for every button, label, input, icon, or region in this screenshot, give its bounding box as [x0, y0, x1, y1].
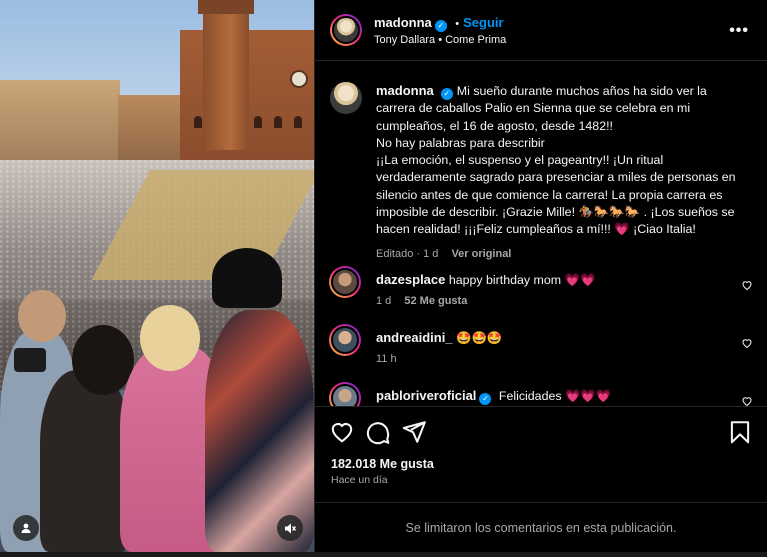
see-original-link[interactable]: Ver original	[451, 248, 511, 260]
comment-age: 1 d	[376, 295, 392, 307]
author-avatar[interactable]	[330, 14, 362, 46]
comment-age: 11 h	[376, 353, 397, 365]
person-2-head	[72, 325, 134, 395]
audio-label[interactable]: Tony Dallara • Come Prima	[374, 34, 506, 46]
commenter-avatar[interactable]	[329, 324, 361, 356]
caption-username[interactable]: madonna	[376, 83, 434, 98]
comment-username[interactable]: andreaidini_	[376, 330, 453, 345]
page-below	[0, 552, 767, 557]
heart-icon[interactable]	[329, 419, 355, 445]
bookmark-icon[interactable]	[727, 419, 753, 445]
edited-label: Editado	[376, 247, 414, 260]
verified-icon: ✓	[440, 88, 453, 100]
caption: madonna ✓ Mi sueño durante muchos años ha …	[376, 82, 741, 263]
like-comment-heart-icon[interactable]	[741, 395, 753, 406]
person-1-head	[18, 290, 66, 342]
comment-text: happy birthday mom 💗💗	[448, 273, 596, 287]
user-tag-icon	[21, 523, 31, 533]
post-media[interactable]	[0, 0, 314, 552]
person-3-head	[140, 305, 200, 371]
camera-icon	[14, 348, 46, 372]
caption-age: 1 d	[423, 247, 439, 260]
comment-row: dazesplace happy birthday mom 💗💗 1 d 52 …	[315, 266, 767, 316]
building-left	[0, 80, 120, 160]
comment-row: pabloriveroficial ✓ Felicidades 💗💗💗	[315, 382, 767, 406]
author-username[interactable]: madonna	[374, 15, 432, 30]
comments-area[interactable]: madonna ✓ Mi sueño durante muchos años ha …	[315, 62, 767, 406]
commenter-avatar[interactable]	[329, 266, 361, 298]
comment-username[interactable]: dazesplace	[376, 272, 445, 287]
user-tag-button[interactable]	[13, 515, 39, 541]
post-time[interactable]: Hace un día	[331, 474, 388, 486]
verified-icon: ✓	[434, 20, 447, 32]
comment-text: Felicidades 💗💗💗	[498, 389, 612, 403]
clock	[290, 70, 308, 88]
post-header: madonna ✓ • Seguir Tony Dallara • Come Pri…	[315, 0, 767, 61]
caption-text-2: No hay palabras para describir	[376, 135, 545, 150]
torre-del-mangia	[203, 0, 249, 150]
comment-text: 🤩🤩🤩	[456, 331, 503, 345]
more-icon[interactable]: •••	[729, 22, 749, 40]
verified-icon: ✓	[479, 393, 492, 405]
comment-likes[interactable]: 52 Me gusta	[404, 295, 467, 307]
action-bar	[315, 406, 767, 456]
mute-button[interactable]	[277, 515, 303, 541]
post-panel: madonna ✓ • Seguir Tony Dallara • Come Pri…	[314, 0, 767, 552]
person-4	[205, 310, 314, 552]
comments-disabled-notice: Se limitaron los comentarios en esta pub…	[315, 502, 767, 552]
like-comment-heart-icon[interactable]	[741, 279, 753, 291]
share-icon[interactable]	[401, 419, 427, 445]
person-4-hat	[212, 248, 282, 308]
like-comment-heart-icon[interactable]	[741, 337, 753, 349]
like-count[interactable]: 182.018 Me gusta	[331, 457, 434, 471]
comment-icon[interactable]	[365, 419, 391, 445]
person-2	[40, 370, 130, 552]
commenter-avatar[interactable]	[329, 382, 361, 406]
comment-row: andreaidini_ 🤩🤩🤩 11 h	[315, 324, 767, 374]
mute-icon	[284, 523, 296, 533]
caption-meta: Editado · 1 d Ver original	[376, 247, 512, 260]
comment-username[interactable]: pabloriveroficial	[376, 388, 476, 403]
caption-avatar[interactable]	[330, 82, 362, 114]
follow-button[interactable]: Seguir	[463, 15, 503, 30]
tower-top	[198, 0, 254, 14]
caption-text-3: ¡¡La emoción, el suspenso y el pageantry…	[376, 153, 736, 237]
